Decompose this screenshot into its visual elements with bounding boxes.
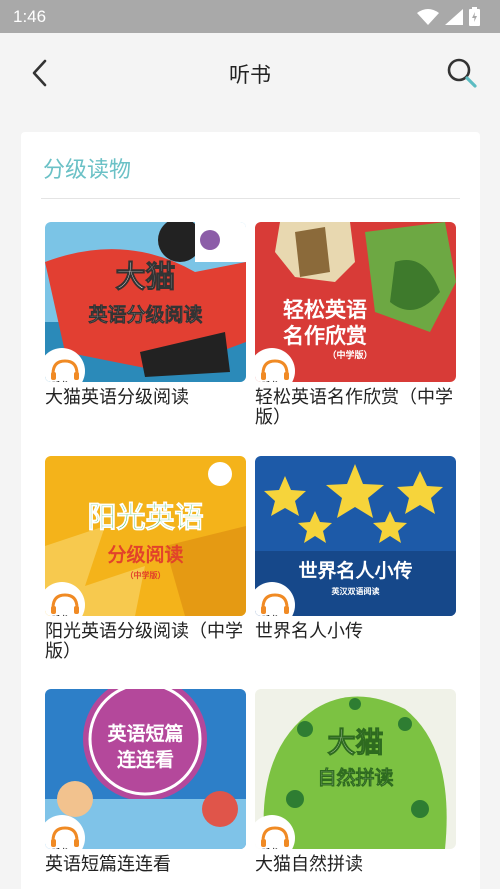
badge-label: 听书 [52, 380, 68, 382]
book-item[interactable]: 阳光英语 分级阅读 （中学版） 听书 阳光英语分级阅读 （中学版） [45, 456, 246, 662]
app-bar: 听书 [0, 33, 500, 113]
cover-subtitle: 名作欣赏 [283, 324, 367, 348]
listen-badge: 听书 [45, 582, 85, 616]
book-title[interactable]: 大猫英语分级阅读 [45, 388, 250, 408]
book-title[interactable]: 轻松英语名作欣赏（中学版） [255, 388, 460, 428]
cover-title: 阳光英语 [87, 500, 204, 535]
search-button[interactable] [444, 55, 480, 91]
cover-title: 英语短篇 [107, 723, 184, 745]
section-title: 分级读物 [43, 158, 132, 183]
badge-label: 听书 [52, 847, 68, 849]
book-cover[interactable]: 世界名人小传 英汉双语阅读 听书 [255, 456, 456, 616]
cover-subtitle: 自然拼读 [317, 767, 394, 790]
book-title[interactable]: 英语短篇连连看 [45, 855, 250, 875]
status-time: 1:46 [13, 6, 47, 26]
headphones-icon [51, 359, 79, 380]
book-title[interactable]: 世界名人小传 [255, 622, 460, 642]
headphones-icon [51, 593, 79, 614]
headphones-icon [51, 826, 79, 847]
badge-label: 听书 [52, 614, 68, 616]
listen-badge: 听书 [45, 815, 85, 849]
cover-title: 世界名人小传 [298, 560, 413, 582]
book-item[interactable]: 世界名人小传 英汉双语阅读 听书 世界名人小传 [255, 456, 456, 642]
content-card: 分级读物 大猫 英语分级阅读 听书 大猫英语分级阅读 [21, 132, 480, 889]
listen-badge: 听书 [45, 348, 85, 382]
book-title[interactable]: 阳光英语分级阅读（中学版） [45, 622, 250, 662]
cover-edition: （中学版） [125, 571, 166, 580]
cover-title: 大猫 [327, 726, 384, 760]
listen-badge: 听书 [255, 348, 295, 382]
badge-label: 听书 [262, 380, 278, 382]
book-cover[interactable]: 轻松英语 名作欣赏 （中学版） 听书 [255, 222, 456, 382]
badge-label: 听书 [262, 847, 278, 849]
status-bar: 1:46 [0, 0, 500, 33]
status-icons [417, 7, 480, 26]
headphones-icon [261, 359, 289, 380]
search-icon [447, 58, 477, 88]
book-cover[interactable]: 大猫 自然拼读 听书 [255, 689, 456, 849]
headphones-icon [261, 826, 289, 847]
book-cover[interactable]: 大猫 英语分级阅读 听书 [45, 222, 246, 382]
section-divider [41, 198, 460, 199]
cover-edition: （中学版） [327, 351, 373, 361]
badge-label: 听书 [262, 614, 278, 616]
headphones-icon [261, 593, 289, 614]
listen-badge: 听书 [255, 582, 295, 616]
book-item[interactable]: 大猫 英语分级阅读 听书 大猫英语分级阅读 [45, 222, 246, 408]
cover-subtitle: 分级阅读 [107, 544, 184, 566]
book-item[interactable]: 大猫 自然拼读 听书 大猫自然拼读 [255, 689, 456, 875]
cover-subtitle: 连连看 [116, 749, 174, 771]
book-cover[interactable]: 阳光英语 分级阅读 （中学版） 听书 [45, 456, 246, 616]
signal-icon [445, 8, 463, 25]
page-title: 听书 [229, 63, 271, 87]
listen-badge: 听书 [255, 815, 295, 849]
book-item[interactable]: 轻松英语 名作欣赏 （中学版） 听书 轻松英语名作欣赏（中学版） [255, 222, 456, 428]
book-item[interactable]: 英语短篇 连连看 听书 英语短篇连连看 [45, 689, 246, 875]
battery-icon [469, 7, 480, 26]
book-title[interactable]: 大猫自然拼读 [255, 855, 460, 875]
wifi-icon [417, 8, 439, 25]
cover-subtitle: 英语分级阅读 [88, 304, 203, 327]
cover-title: 大猫 [115, 260, 176, 296]
book-cover[interactable]: 英语短篇 连连看 听书 [45, 689, 246, 849]
